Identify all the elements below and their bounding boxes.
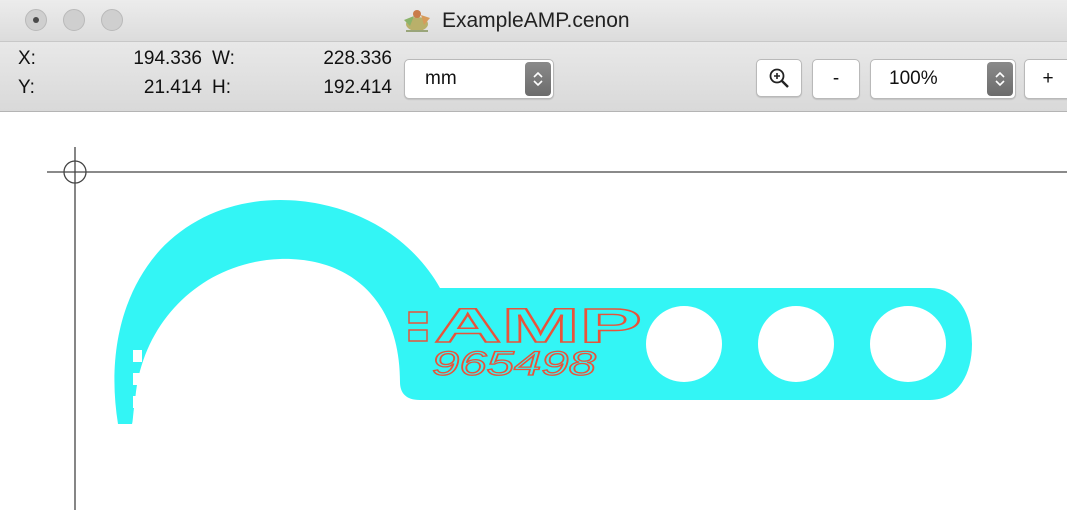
unit-select[interactable]: mm	[404, 59, 554, 99]
h-value: 192.414	[323, 77, 392, 98]
w-value: 228.336	[323, 48, 392, 69]
unit-select-value: mm	[425, 68, 457, 89]
zoom-window-button[interactable]	[101, 9, 123, 31]
minimize-window-button[interactable]	[63, 9, 85, 31]
window-title-text: ExampleAMP.cenon	[442, 9, 630, 32]
zoom-level-value: 100%	[889, 68, 938, 89]
zoom-in-button[interactable]: +	[1024, 59, 1067, 99]
wrench-hole	[870, 306, 946, 382]
wrench-hole	[758, 306, 834, 382]
zoom-out-button[interactable]: -	[812, 59, 860, 99]
unit-stepper-icon	[525, 62, 551, 96]
part-number-text: 965498	[432, 345, 596, 383]
zoom-stepper-icon	[987, 62, 1013, 96]
close-window-button[interactable]	[25, 9, 47, 31]
y-value: 21.414	[143, 77, 202, 98]
drawing-canvas[interactable]: AMP 965498	[0, 112, 1067, 510]
x-value: 194.336	[133, 48, 202, 69]
hook-wrench-part[interactable]: AMP 965498	[114, 200, 972, 424]
hook-tooth-notch	[133, 350, 142, 362]
w-label: W:	[212, 48, 235, 69]
zoom-tool-button[interactable]	[756, 59, 802, 97]
window-titlebar: ExampleAMP.cenon	[0, 0, 1067, 42]
magnifier-plus-icon	[769, 68, 789, 88]
hook-tooth-notch	[133, 373, 142, 385]
cenon-app-icon	[404, 10, 430, 32]
hook-tooth-notch	[133, 396, 142, 408]
x-label: X:	[18, 48, 36, 69]
h-label: H:	[212, 77, 231, 98]
document-edited-dot-icon	[33, 17, 39, 23]
window-title: ExampleAMP.cenon	[400, 6, 630, 36]
wrench-hole	[646, 306, 722, 382]
y-label: Y:	[18, 77, 35, 98]
coordinate-toolbar: X: 194.336 Y: 21.414 W: 228.336 H: 192.4…	[0, 42, 1067, 112]
zoom-level-select[interactable]: 100%	[870, 59, 1016, 99]
drawing-svg: AMP 965498	[47, 147, 1067, 510]
